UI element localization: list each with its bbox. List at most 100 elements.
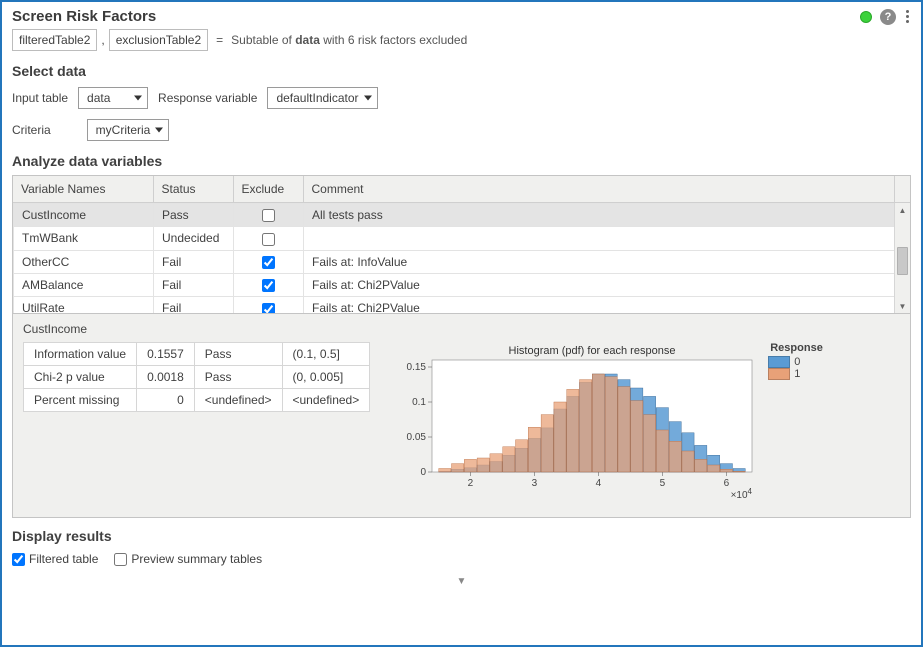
- comma: ,: [101, 33, 104, 47]
- legend-label: 0: [794, 356, 800, 368]
- variables-grid-body[interactable]: CustIncomePass All tests passTmWBankUndec…: [13, 203, 910, 313]
- cell-variable: CustIncome: [14, 204, 154, 227]
- filtered-table-checkbox[interactable]: Filtered table: [12, 552, 98, 566]
- preview-summary-input[interactable]: [114, 553, 127, 566]
- svg-text:0: 0: [421, 467, 427, 478]
- display-options-row: Filtered table Preview summary tables: [2, 548, 921, 576]
- cell-status: Fail: [154, 250, 234, 273]
- filtered-table-input[interactable]: [12, 553, 25, 566]
- exclude-checkbox[interactable]: [262, 256, 275, 269]
- histogram-legend: Response 01: [768, 342, 823, 380]
- cell-comment: All tests pass: [304, 204, 910, 227]
- table-row[interactable]: CustIncomePass All tests pass: [14, 204, 910, 227]
- cell-exclude: [234, 297, 304, 313]
- filtered-table-label: Filtered table: [29, 552, 98, 566]
- col-comment[interactable]: Comment: [303, 176, 894, 203]
- output-var-2[interactable]: exclusionTable2: [109, 29, 208, 51]
- svg-text:2: 2: [468, 478, 474, 489]
- table-row[interactable]: TmWBankUndecided: [14, 227, 910, 250]
- col-exclude[interactable]: Exclude: [233, 176, 303, 203]
- detail-row: Percent missing0<undefined><undefined>: [24, 389, 370, 412]
- detail-row: Chi-2 p value0.0018Pass(0, 0.005]: [24, 366, 370, 389]
- scroll-thumb[interactable]: [897, 247, 908, 275]
- outputs-row: filteredTable2 , exclusionTable2 = Subta…: [2, 27, 921, 59]
- cell-variable: AMBalance: [14, 273, 154, 296]
- legend-item: 1: [768, 368, 823, 380]
- display-results-heading: Display results: [2, 522, 921, 548]
- response-variable-select[interactable]: defaultIndicator: [267, 87, 377, 109]
- detail-cell-value: 0.1557: [137, 343, 195, 366]
- scroll-down-icon[interactable]: ▼: [895, 299, 910, 313]
- select-data-row1: Input table data Response variable defau…: [2, 85, 921, 117]
- svg-text:×104: ×104: [731, 487, 753, 502]
- cell-variable: UtilRate: [14, 297, 154, 313]
- input-table-value: data: [87, 91, 110, 105]
- table-row[interactable]: OtherCCFailFails at: InfoValue: [14, 250, 910, 273]
- cell-status: Pass: [154, 204, 234, 227]
- select-data-heading: Select data: [2, 59, 921, 85]
- svg-text:0.1: 0.1: [412, 397, 426, 408]
- detail-cell-metric: Chi-2 p value: [24, 366, 137, 389]
- grid-scrollbar[interactable]: ▲ ▼: [894, 203, 910, 313]
- detail-cell-metric: Percent missing: [24, 389, 137, 412]
- preview-summary-checkbox[interactable]: Preview summary tables: [114, 552, 262, 566]
- cell-comment: Fails at: Chi2PValue: [304, 297, 910, 313]
- svg-text:0.05: 0.05: [407, 432, 427, 443]
- screen-risk-factors-panel: Screen Risk Factors ? filteredTable2 , e…: [0, 0, 923, 647]
- desc-bold: data: [295, 33, 320, 47]
- select-data-row2: Criteria myCriteria: [2, 117, 921, 149]
- exclude-checkbox[interactable]: [262, 233, 275, 246]
- cell-variable: OtherCC: [14, 250, 154, 273]
- response-variable-label: Response variable: [158, 91, 257, 105]
- cell-exclude: [234, 273, 304, 296]
- svg-text:5: 5: [660, 478, 666, 489]
- cell-comment: Fails at: Chi2PValue: [304, 273, 910, 296]
- legend-swatch-icon: [768, 368, 790, 380]
- svg-text:0.15: 0.15: [407, 362, 427, 373]
- detail-cell-value: 0: [137, 389, 195, 412]
- col-scroll-spacer: [894, 176, 910, 203]
- variable-detail-box: CustIncome Information value0.1557Pass(0…: [13, 313, 910, 517]
- criteria-select[interactable]: myCriteria: [87, 119, 170, 141]
- help-icon[interactable]: ?: [880, 9, 896, 25]
- table-row[interactable]: UtilRateFailFails at: Chi2PValue: [14, 297, 910, 313]
- detail-cell-metric: Information value: [24, 343, 137, 366]
- detail-row: Information value0.1557Pass(0.1, 0.5]: [24, 343, 370, 366]
- cell-exclude: [234, 227, 304, 250]
- cell-exclude: [234, 250, 304, 273]
- detail-cell-status: Pass: [194, 343, 282, 366]
- preview-summary-label: Preview summary tables: [131, 552, 262, 566]
- detail-variable-name: CustIncome: [23, 322, 900, 336]
- exclude-checkbox[interactable]: [262, 279, 275, 292]
- scroll-track[interactable]: [895, 217, 910, 299]
- input-table-select[interactable]: data: [78, 87, 148, 109]
- svg-text:4: 4: [596, 478, 602, 489]
- exclude-checkbox[interactable]: [262, 303, 275, 313]
- legend-title: Response: [768, 342, 823, 354]
- analyze-box: Variable Names Status Exclude Comment Cu…: [12, 175, 911, 518]
- header-actions: ?: [860, 8, 911, 25]
- analyze-heading: Analyze data variables: [2, 149, 921, 175]
- col-status[interactable]: Status: [153, 176, 233, 203]
- more-menu-icon[interactable]: [904, 8, 911, 25]
- cell-status: Fail: [154, 273, 234, 296]
- desc-pre: Subtable of: [231, 33, 295, 47]
- variables-grid: Variable Names Status Exclude Comment Cu…: [13, 176, 910, 313]
- legend-swatch-icon: [768, 356, 790, 368]
- cell-comment: [304, 227, 910, 250]
- cell-variable: TmWBank: [14, 227, 154, 250]
- svg-text:6: 6: [724, 478, 730, 489]
- status-indicator-icon: [860, 11, 872, 23]
- exclude-checkbox[interactable]: [262, 209, 275, 222]
- detail-cell-value: 0.0018: [137, 366, 195, 389]
- output-description: Subtable of data with 6 risk factors exc…: [231, 33, 467, 47]
- detail-metrics-table: Information value0.1557Pass(0.1, 0.5]Chi…: [23, 342, 370, 412]
- output-var-1[interactable]: filteredTable2: [12, 29, 97, 51]
- expand-collapse-icon[interactable]: ▼: [2, 576, 921, 590]
- scroll-up-icon[interactable]: ▲: [895, 203, 910, 217]
- detail-cell-status: Pass: [194, 366, 282, 389]
- desc-post: with 6 risk factors excluded: [320, 33, 467, 47]
- panel-title: Screen Risk Factors: [12, 8, 156, 25]
- table-row[interactable]: AMBalanceFail Fails at: Chi2PValue: [14, 273, 910, 296]
- col-variable-names[interactable]: Variable Names: [13, 176, 153, 203]
